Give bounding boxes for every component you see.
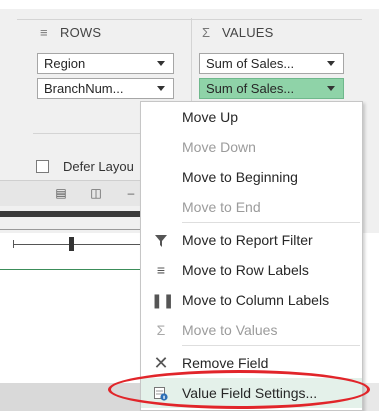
menu-item-value-field-settings[interactable]: Value Field Settings... [141,378,362,408]
menu-item-move-to-column-labels[interactable]: ❚❚ Move to Column Labels [141,285,362,315]
rows-header-label: ROWS [60,25,102,40]
sigma-icon: Σ [156,322,166,338]
values-header-label: VALUES [222,25,274,40]
menu-item-move-to-end[interactable]: Move to End [141,192,362,222]
rows-field-branchnum[interactable]: BranchNum... [37,78,174,99]
field-settings-icon [151,378,171,408]
normal-view-icon[interactable]: ▤ [54,186,68,200]
zoom-slider-thumb[interactable] [69,237,74,251]
menu-item-move-up[interactable]: Move Up [141,102,362,132]
top-frame [0,0,379,9]
status-bar-edge [0,211,150,217]
zoom-slider-track[interactable] [14,244,142,245]
sheet-accent-line [0,269,150,270]
rows-icon: ≡ [40,25,48,40]
values-area-header: Σ VALUES [202,23,274,43]
defer-layout-label: Defer Layou [63,159,134,174]
field-context-menu: Move Up Move Down Move to Beginning Move… [140,101,363,411]
dropdown-arrow-icon[interactable] [327,61,335,66]
values-field-sum-of-sales-2[interactable]: Sum of Sales... [199,78,344,99]
pane-top-divider [17,19,362,20]
rows-field-region[interactable]: Region [37,53,174,74]
filter-icon [151,225,171,255]
menu-item-remove-field[interactable]: ✕ Remove Field [141,348,362,378]
menu-item-move-to-report-filter[interactable]: Move to Report Filter [141,225,362,255]
sheet-gridline [0,229,150,230]
menu-item-move-down[interactable]: Move Down [141,132,362,162]
field-label: BranchNum... [44,81,124,96]
menu-separator [182,345,360,346]
close-icon: ✕ [153,353,169,373]
field-label: Sum of Sales... [206,81,295,96]
menu-item-move-to-values[interactable]: Σ Move to Values [141,315,362,345]
dropdown-arrow-icon[interactable] [327,86,335,91]
sheet-view-toolbar: ▤ ◫ – [0,180,150,206]
rows-icon: ≡ [156,262,166,278]
sigma-icon: Σ [202,25,211,40]
menu-item-move-to-row-labels[interactable]: ≡ Move to Row Labels [141,255,362,285]
defer-layout-checkbox[interactable] [36,160,49,173]
dropdown-arrow-icon[interactable] [157,86,165,91]
field-label: Sum of Sales... [206,56,295,71]
zoom-out-icon[interactable]: – [124,186,138,200]
columns-icon: ❚❚ [151,292,175,308]
menu-item-move-to-beginning[interactable]: Move to Beginning [141,162,362,192]
page-layout-icon[interactable]: ◫ [89,186,103,200]
rows-area-header: ≡ ROWS [40,23,101,43]
values-field-sum-of-sales-1[interactable]: Sum of Sales... [199,53,344,74]
field-label: Region [44,56,86,71]
dropdown-arrow-icon[interactable] [157,61,165,66]
menu-separator [182,222,360,223]
